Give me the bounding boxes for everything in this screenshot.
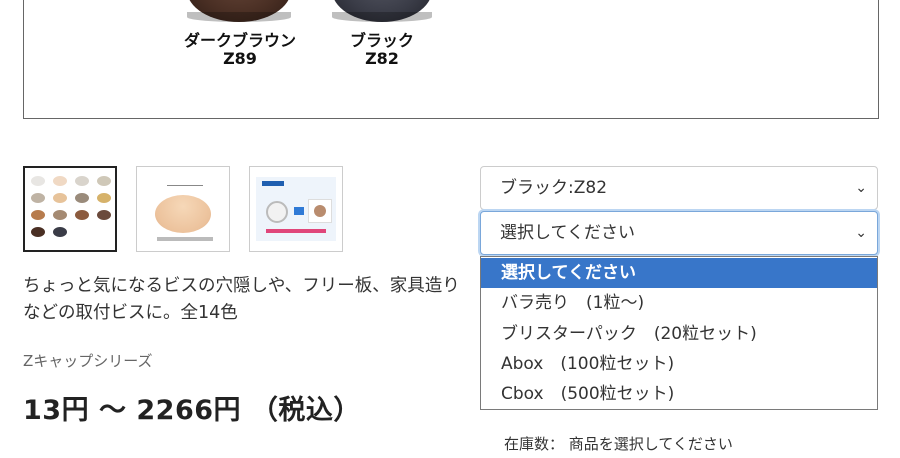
chevron-down-icon: ⌄ (855, 180, 867, 196)
color-chart-swatches (31, 176, 111, 237)
swatch-code: Z89 (223, 49, 257, 68)
swatch-code: Z82 (365, 49, 399, 68)
product-main-image: ダークブラウン Z89 ブラック Z82 (23, 0, 879, 119)
diagram-caption (266, 229, 326, 233)
usage-diagram (256, 177, 336, 241)
color-swatch-dot (53, 227, 67, 237)
capped-hole-image (308, 199, 332, 223)
stock-status: 在庫数： 商品を選択してください (504, 435, 733, 453)
package-option[interactable]: バラ売り (1粒～) (481, 288, 877, 318)
package-select-value: 選択してください (500, 223, 635, 243)
package-options-list: 選択してください バラ売り (1粒～) ブリスターパック (20粒セット) Ab… (480, 256, 878, 410)
diagram-title-bar (262, 181, 284, 186)
color-select[interactable]: ブラック:Z82 ⌄ (480, 166, 878, 210)
color-swatch-dot (31, 176, 45, 186)
color-swatch-dot (75, 176, 89, 186)
color-swatch-dot (31, 227, 45, 237)
swatch-caption-dark-brown: ダークブラウン Z89 (177, 32, 303, 68)
screw-hole-image (266, 201, 288, 223)
dimension-label (157, 237, 213, 241)
dark-brown-cap-image (187, 0, 291, 22)
swatch-name: ブラック (349, 31, 414, 50)
color-swatch-dot (97, 210, 111, 220)
thumbnail-color-chart[interactable] (23, 166, 117, 252)
product-series: Zキャップシリーズ (23, 352, 153, 370)
color-swatch-dot (97, 176, 111, 186)
package-select[interactable]: 選択してください ⌄ (480, 211, 878, 255)
package-option[interactable]: 選択してください (481, 258, 877, 288)
swatch-caption-black: ブラック Z82 (324, 32, 440, 68)
cap-image (155, 195, 211, 233)
thumbnail-cap-dimensions[interactable] (136, 166, 230, 252)
arrow-right-icon (294, 207, 304, 215)
black-cap-image (332, 0, 432, 22)
color-swatch-dot (31, 193, 45, 203)
product-price: 13円 ～ 2266円 （税込） (23, 395, 361, 426)
color-swatch-dot (53, 193, 67, 203)
package-option[interactable]: Cbox (500粒セット) (481, 379, 877, 409)
product-description: ちょっと気になるビスの穴隠しや、フリー板、家具造りなどの取付ビスに。全14色 (23, 276, 460, 323)
color-swatch-dot (75, 210, 89, 220)
swatch-name: ダークブラウン (183, 31, 296, 50)
color-swatch-dot (97, 193, 111, 203)
chevron-down-icon: ⌄ (855, 225, 867, 241)
package-option[interactable]: ブリスターパック (20粒セット) (481, 319, 877, 349)
package-option[interactable]: Abox (100粒セット) (481, 349, 877, 379)
color-select-value: ブラック:Z82 (500, 178, 608, 198)
dimension-line (167, 185, 203, 186)
color-swatch-dot (53, 176, 67, 186)
thumbnail-usage-diagram[interactable] (249, 166, 343, 252)
color-swatch-dot (53, 210, 67, 220)
color-swatch-dot (75, 193, 89, 203)
color-swatch-dot (31, 210, 45, 220)
